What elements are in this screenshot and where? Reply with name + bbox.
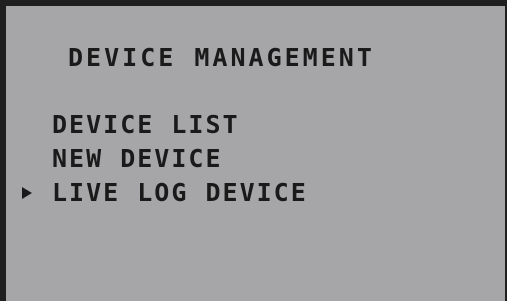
device-menu: DEVICE LIST NEW DEVICE LIVE LOG DEVICE — [20, 108, 308, 210]
menu-item-new-device[interactable]: NEW DEVICE — [20, 142, 308, 176]
selection-cursor-icon — [22, 187, 32, 199]
screen-title: DEVICE MANAGEMENT — [68, 43, 375, 72]
menu-item-live-log-device[interactable]: LIVE LOG DEVICE — [20, 176, 308, 210]
lcd-screen: DEVICE MANAGEMENT DEVICE LIST NEW DEVICE… — [0, 0, 507, 301]
menu-item-device-list[interactable]: DEVICE LIST — [20, 108, 308, 142]
menu-item-label: DEVICE LIST — [52, 110, 240, 139]
menu-item-label: LIVE LOG DEVICE — [52, 178, 308, 207]
menu-item-label: NEW DEVICE — [52, 144, 223, 173]
